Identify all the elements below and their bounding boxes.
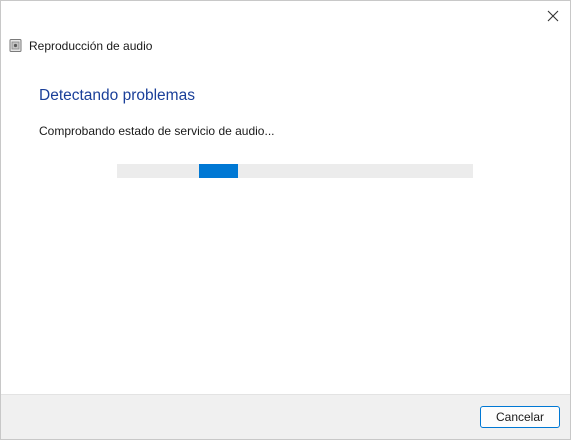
window-title-row: Reproducción de audio	[8, 38, 152, 53]
troubleshooter-window: Reproducción de audio Detectando problem…	[0, 0, 571, 440]
window-title: Reproducción de audio	[29, 38, 153, 53]
progress-bar	[117, 164, 473, 178]
audio-troubleshooter-icon	[8, 38, 23, 53]
close-button[interactable]	[538, 3, 568, 29]
status-message: Comprobando estado de servicio de audio.…	[39, 124, 275, 138]
close-icon	[547, 10, 559, 22]
cancel-button[interactable]: Cancelar	[480, 406, 560, 428]
progress-indicator	[199, 164, 238, 178]
page-heading: Detectando problemas	[39, 87, 195, 104]
footer-bar: Cancelar	[1, 394, 570, 439]
